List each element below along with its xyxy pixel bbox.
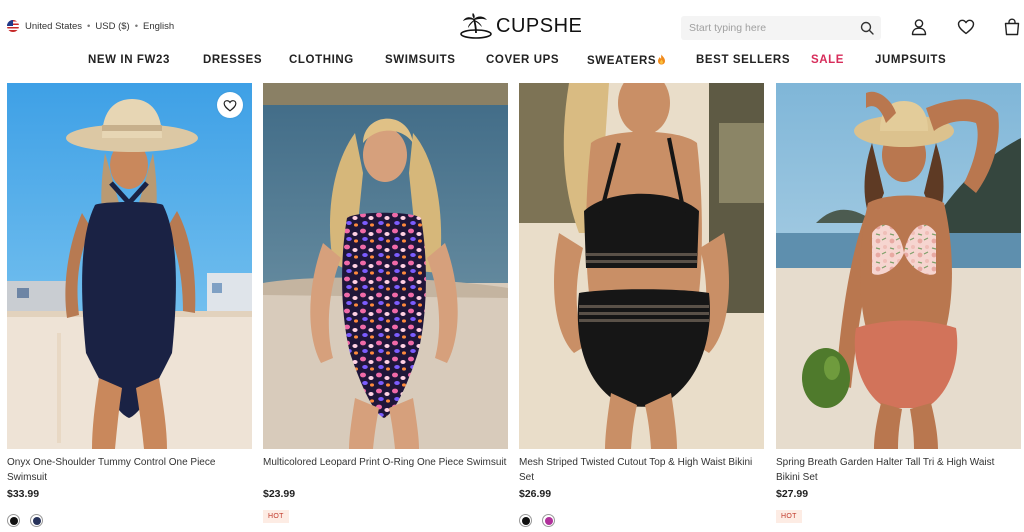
color-swatch-black[interactable] [7,514,20,527]
heart-icon [223,99,237,112]
nav-item-clothing[interactable]: CLOTHING [289,54,354,66]
shopping-bag-icon[interactable] [1003,18,1021,36]
product-image[interactable] [263,83,508,449]
product-price: $23.99 [263,488,296,500]
product-title[interactable]: Mesh Striped Twisted Cutout Top & High W… [519,455,764,485]
color-swatch-black[interactable] [519,514,532,527]
wishlist-button[interactable] [217,92,243,118]
user-icon[interactable] [910,18,928,36]
nav-item-new-in[interactable]: NEW IN FW23 [88,54,170,66]
nav-item-cover-ups[interactable]: COVER UPS [486,54,559,66]
product-title[interactable]: Spring Breath Garden Halter Tall Tri & H… [776,455,1021,485]
product-image[interactable] [519,83,764,449]
brand-name: CUPSHE [496,14,583,37]
top-bar: United States • USD ($) • English CUPSHE [0,0,1024,52]
locale-separator: • [134,20,139,32]
main-navigation: NEW IN FW23 DRESSES CLOTHING SWIMSUITS C… [0,52,1024,72]
nav-item-jumpsuits[interactable]: JUMPSUITS [875,54,946,66]
product-image[interactable] [7,83,252,449]
product-image[interactable] [776,83,1021,449]
product-card[interactable]: Multicolored Leopard Print O-Ring One Pi… [263,83,508,523]
nav-item-dresses[interactable]: DRESSES [203,54,262,66]
hot-badge: HOT [263,510,289,523]
search-bar[interactable] [681,16,881,40]
palm-tree-logo-icon [460,13,492,39]
flame-icon [658,54,666,65]
product-card[interactable]: Onyx One-Shoulder Tummy Control One Piec… [7,83,252,527]
color-swatch-purple[interactable] [542,514,555,527]
product-card[interactable]: Mesh Striped Twisted Cutout Top & High W… [519,83,764,527]
search-icon[interactable] [860,21,874,35]
nav-item-sale[interactable]: SALE [811,54,844,66]
us-flag-icon [7,20,19,32]
nav-item-sweaters-label: SWEATERS [587,55,657,67]
product-title[interactable]: Multicolored Leopard Print O-Ring One Pi… [263,455,508,470]
nav-item-sweaters[interactable]: SWEATERS [587,54,666,67]
hot-badge: HOT [776,510,802,523]
country-label: United States [25,20,83,32]
locale-selector[interactable]: United States • USD ($) • English [7,20,174,32]
language-label: English [143,20,175,32]
color-swatches [7,514,53,527]
brand-logo[interactable]: CUPSHE [460,13,582,39]
heart-icon[interactable] [957,18,975,36]
currency-label: USD ($) [95,20,130,32]
product-price: $27.99 [776,488,809,500]
product-card[interactable]: Spring Breath Garden Halter Tall Tri & H… [776,83,1021,523]
nav-item-best-sellers[interactable]: BEST SELLERS [696,54,790,66]
color-swatches [519,514,565,527]
color-swatch-navy[interactable] [30,514,43,527]
locale-separator: • [87,20,91,32]
product-price: $26.99 [519,488,552,500]
product-price: $33.99 [7,488,40,500]
nav-item-swimsuits[interactable]: SWIMSUITS [385,54,456,66]
search-input[interactable] [689,22,849,34]
product-title[interactable]: Onyx One-Shoulder Tummy Control One Piec… [7,455,252,485]
